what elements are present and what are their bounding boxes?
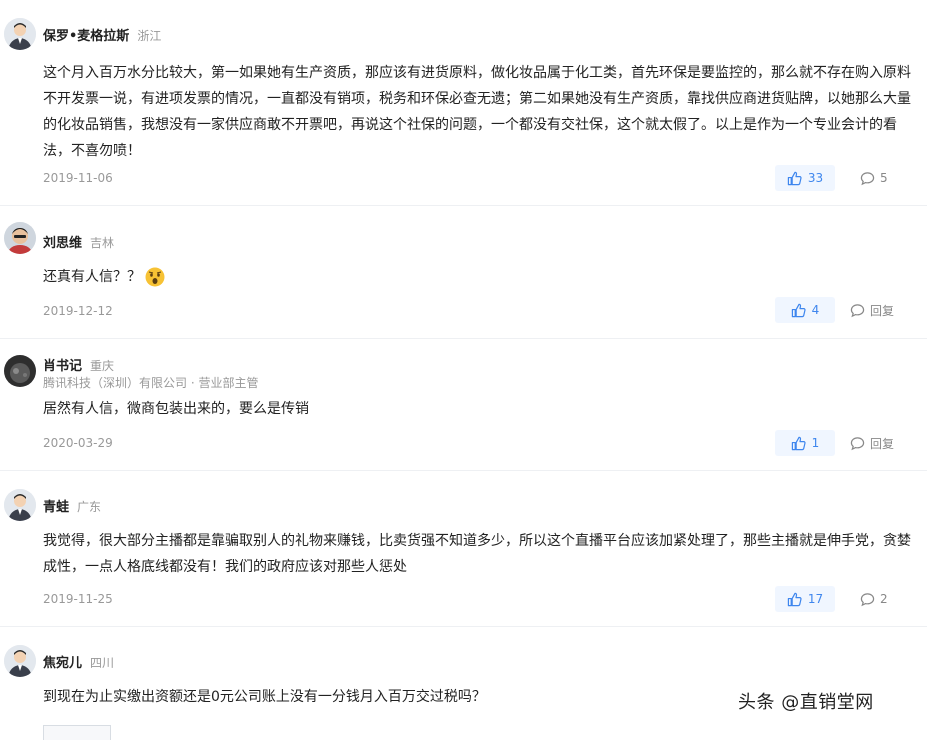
avatar[interactable] [4, 18, 36, 50]
like-button[interactable]: 33 [775, 165, 835, 191]
like-count: 17 [807, 592, 824, 606]
comment-date: 2019-11-25 [43, 592, 113, 606]
reply-button[interactable]: 回复 [850, 297, 894, 323]
comment-date: 2020-03-29 [43, 436, 113, 450]
like-count: 4 [811, 303, 820, 317]
user-location: 广东 [77, 500, 102, 514]
user-name-text[interactable]: 青蛙 [43, 500, 69, 515]
reply-count: 2 [880, 592, 888, 606]
comment-bubble-icon [850, 303, 865, 317]
reply-button[interactable]: 2 [860, 586, 888, 612]
surprised-emoji-icon [145, 267, 165, 287]
user-location: 浙江 [137, 29, 162, 43]
user-company: 腾讯科技（深圳）有限公司 · 营业部主管 [43, 376, 259, 390]
thumbs-up-icon [787, 171, 802, 185]
attached-image-thumbnail[interactable] [43, 725, 111, 740]
comment-text: 还真有人信？？ [43, 264, 911, 290]
reply-label: 回复 [870, 303, 895, 318]
user-location: 吉林 [90, 236, 115, 250]
comment-bubble-icon [850, 436, 865, 450]
comment-text: 我觉得，很大部分主播都是靠骗取别人的礼物来赚钱，比卖货强不知道多少，所以这个直播… [43, 533, 911, 575]
like-button[interactable]: 1 [775, 430, 835, 456]
reply-button[interactable]: 回复 [850, 430, 894, 456]
thumbs-up-icon [791, 303, 806, 317]
avatar[interactable] [4, 645, 36, 677]
user-name[interactable]: 青蛙 广东 [43, 496, 101, 515]
thumbs-up-icon [791, 436, 806, 450]
comment-date: 2019-12-12 [43, 304, 113, 318]
like-count: 1 [811, 436, 820, 450]
comment-text-content: 还真有人信？？ [43, 269, 141, 285]
user-name[interactable]: 焦宛儿 四川 [43, 652, 114, 671]
user-name[interactable]: 肖书记 重庆 [43, 355, 114, 374]
reply-count: 5 [880, 171, 888, 185]
user-name[interactable]: 刘思维 吉林 [43, 232, 114, 251]
comment-text: 这个月入百万水分比较大，第一如果她有生产资质，那应该有进货原料，做化妆品属于化工… [43, 65, 911, 159]
user-name-text[interactable]: 刘思维 [43, 236, 82, 251]
like-button[interactable]: 4 [775, 297, 835, 323]
avatar[interactable] [4, 355, 36, 387]
reply-label: 回复 [870, 436, 895, 451]
user-name-text[interactable]: 保罗•麦格拉斯 [43, 29, 129, 44]
comment-item: 青蛙 广东 我觉得，很大部分主播都是靠骗取别人的礼物来赚钱，比卖货强不知道多少，所… [0, 471, 927, 626]
user-location: 四川 [90, 656, 115, 670]
avatar[interactable] [4, 489, 36, 521]
reply-button[interactable]: 5 [860, 165, 888, 191]
comment-date: 2019-11-06 [43, 171, 113, 185]
watermark: 头条 @直销堂网 [738, 692, 874, 713]
like-count: 33 [807, 171, 824, 185]
comment-item: 肖书记 重庆 腾讯科技（深圳）有限公司 · 营业部主管 居然有人信，微商包装出来的… [0, 339, 927, 470]
comment-item: 刘思维 吉林 还真有人信？？ 2019-12-12 4 回复 [0, 206, 927, 338]
comment-text: 到现在为止实缴出资额还是0元公司账上没有一分钱月入百万交过税吗？ [43, 689, 486, 705]
user-location: 重庆 [90, 359, 115, 373]
user-name-text[interactable]: 焦宛儿 [43, 656, 82, 671]
comment-item: 保罗•麦格拉斯 浙江 这个月入百万水分比较大，第一如果她有生产资质，那应该有进货原… [0, 0, 927, 205]
user-name[interactable]: 保罗•麦格拉斯 浙江 [43, 25, 161, 44]
comment-bubble-icon [860, 171, 875, 185]
like-button[interactable]: 17 [775, 586, 835, 612]
thumbs-up-icon [787, 592, 802, 606]
user-name-text[interactable]: 肖书记 [43, 359, 82, 374]
comment-bubble-icon [860, 592, 875, 606]
avatar[interactable] [4, 222, 36, 254]
comment-text: 居然有人信，微商包装出来的，要么是传销 [43, 401, 309, 417]
comment-item: 焦宛儿 四川 到现在为止实缴出资额还是0元公司账上没有一分钱月入百万交过税吗？ [0, 627, 927, 735]
